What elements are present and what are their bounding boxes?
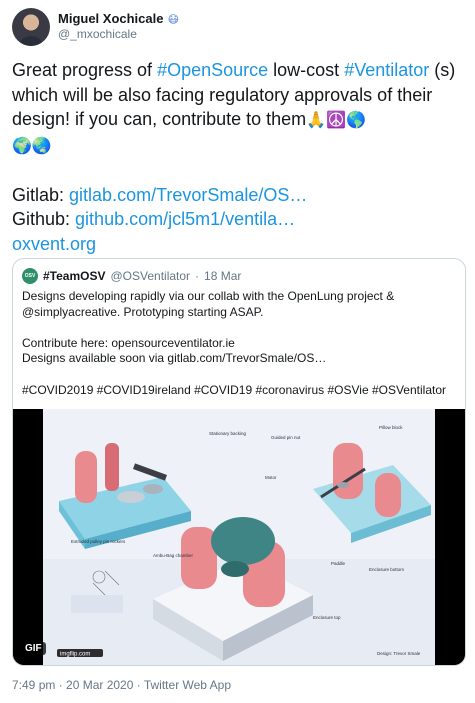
quoted-date: 18 Mar (204, 269, 242, 283)
gitlab-link[interactable]: gitlab.com/TrevorSmale/OS… (69, 185, 307, 205)
tweet-timestamp[interactable]: 7:49 pm · 20 Mar 2020 · Twitter Web App (12, 678, 231, 692)
hashtag-ventilator-link[interactable]: #Ventilator (344, 60, 429, 80)
quoted-tweet[interactable]: OSV #TeamOSV @OSVentilator · 18 Mar Desi… (12, 258, 466, 666)
github-link[interactable]: github.com/jcl5m1/ventila… (75, 209, 295, 229)
author-avatar[interactable] (12, 8, 50, 46)
emoji-group: 🙏☮️🌎 (306, 110, 366, 129)
label-enclosure-bottom: Enclosure bottom (369, 567, 404, 572)
label-pulley: Extruded pulley pin rockers (71, 539, 126, 544)
label-motor: Motor (265, 475, 277, 480)
gif-badge: GIF (21, 642, 46, 655)
quoted-header: OSV #TeamOSV @OSVentilator · 18 Mar (22, 268, 241, 284)
label-design: Design: Trevor Smale (377, 651, 421, 656)
gitlab-label: Gitlab: (12, 184, 70, 205)
github-label: Github: (12, 209, 76, 229)
imgflip-watermark: imgflip.com (60, 652, 90, 658)
emoji-group: 🌍🌏 (12, 135, 52, 155)
quoted-text: Designs developing rapidly via our colla… (22, 289, 447, 397)
tweet-text-part: low-cost (268, 60, 345, 80)
author-name[interactable]: Miguel Xochicale (58, 11, 163, 26)
tweet-text-part: Great progress of (12, 60, 158, 80)
quoted-media-gif[interactable]: Stationary backing Guided pin nut Pillow… (13, 409, 465, 665)
mask-emoji-icon: 😷 (167, 14, 179, 26)
quoted-separator: · (195, 269, 200, 283)
author-name-row[interactable]: Miguel Xochicale 😷 (58, 11, 179, 26)
oxvent-link[interactable]: oxvent.org (12, 234, 96, 254)
hashtag-opensource-link[interactable]: #OpenSource (157, 60, 268, 80)
quoted-handle: @OSVentilator (110, 269, 191, 283)
quoted-name: #TeamOSV (43, 269, 106, 283)
label-pillow: Pillow block (379, 425, 403, 430)
label-guided: Guided pin nut (271, 435, 301, 440)
quoted-avatar: OSV (22, 268, 38, 284)
author-handle[interactable]: @_mxochicale (58, 27, 137, 41)
tweet-text: Great progress of #OpenSource low-cost #… (12, 58, 464, 256)
label-paddle: Paddle (331, 561, 346, 566)
label-stationary: Stationary backing (209, 431, 247, 436)
label-enclosure-top: Enclosure top (313, 615, 341, 620)
ventilator-render-illustration: Stationary backing Guided pin nut Pillow… (13, 409, 465, 665)
label-ambu: Ambu-Bag chamber (153, 553, 194, 558)
